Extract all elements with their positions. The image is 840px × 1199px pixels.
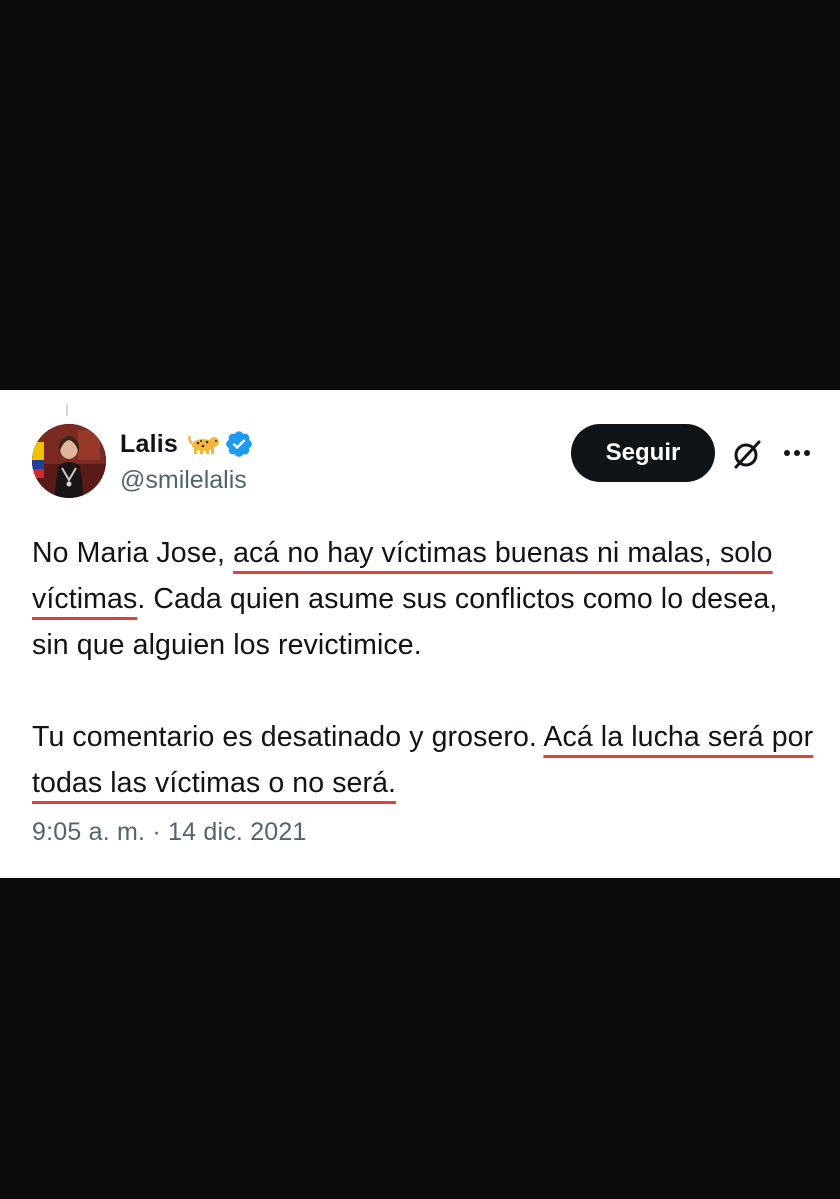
tweet-paragraph-1: No Maria Jose, acá no hay víctimas buena…: [32, 530, 822, 668]
tweet-paragraph-2: Tu comentario es desatinado y grosero. A…: [32, 714, 822, 806]
tweet-timestamp[interactable]: 9:05 a. m. · 14 dic. 2021: [32, 818, 307, 847]
grok-icon[interactable]: [731, 438, 763, 470]
follow-button[interactable]: Seguir: [571, 424, 715, 482]
thread-connector-line: [66, 404, 68, 416]
text-segment: . Cada quien asume sus conflictos como l…: [32, 583, 778, 661]
tweet-text: No Maria Jose, acá no hay víctimas buena…: [32, 530, 822, 806]
leopard-emoji-icon: [188, 433, 220, 455]
author-name-row: Lalis: [120, 426, 254, 462]
tweet-card: Lalis @smilelalis Seguir No Maria Jose, …: [0, 390, 840, 878]
avatar[interactable]: [32, 424, 106, 498]
user-handle[interactable]: @smilelalis: [120, 466, 247, 495]
display-name[interactable]: Lalis: [120, 430, 178, 459]
more-options-icon[interactable]: [782, 446, 812, 460]
text-segment: No Maria Jose,: [32, 537, 234, 569]
screenshot-frame: Lalis @smilelalis Seguir No Maria Jose, …: [0, 0, 840, 1199]
verified-badge-icon: [224, 429, 254, 459]
text-segment: Tu comentario es desatinado y grosero.: [32, 721, 544, 753]
